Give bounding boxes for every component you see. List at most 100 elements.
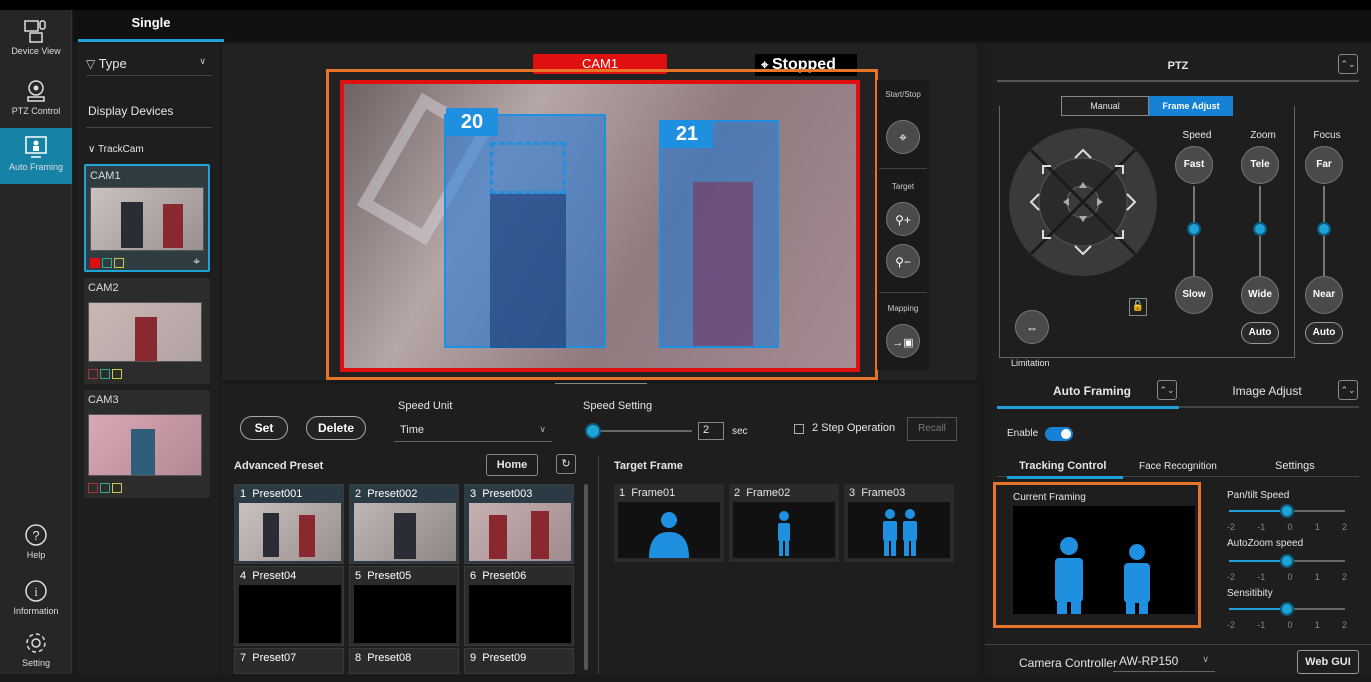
- lock-button[interactable]: 🔓: [1129, 298, 1147, 316]
- focus-auto-button[interactable]: Auto: [1305, 322, 1343, 344]
- preset-thumbnail: [354, 585, 456, 643]
- video-feed[interactable]: 20 21: [340, 80, 860, 372]
- zoom-auto-button[interactable]: Auto: [1241, 322, 1279, 344]
- image-adjust-collapse-toggle[interactable]: ⌃⌄: [1338, 380, 1358, 400]
- nav-ptz-control[interactable]: PTZ Control: [0, 72, 72, 130]
- person-figure: [263, 513, 279, 557]
- auto-framing-collapse-toggle[interactable]: ⌃⌄: [1157, 380, 1177, 400]
- nav-device-view[interactable]: Device View: [0, 12, 72, 70]
- speed-slider-knob[interactable]: [1187, 222, 1201, 236]
- recall-button[interactable]: Recall: [907, 417, 957, 441]
- type-filter[interactable]: ▽ Type ∨: [86, 56, 212, 76]
- sensitivity-slider[interactable]: [1229, 602, 1345, 616]
- set-button[interactable]: Set: [240, 416, 288, 440]
- focus-near-button[interactable]: Near: [1305, 276, 1343, 314]
- nav-setting[interactable]: Setting: [0, 624, 72, 682]
- face-box: [490, 142, 566, 194]
- start-stop-button[interactable]: ⌖: [886, 120, 920, 154]
- preset-card[interactable]: 6 Preset06: [464, 566, 574, 646]
- remove-target-button[interactable]: ⚲−: [886, 244, 920, 278]
- device-view-icon: [24, 20, 46, 43]
- delete-button[interactable]: Delete: [306, 416, 366, 440]
- rec-indicator: [90, 258, 100, 268]
- person-figure: [394, 513, 416, 559]
- nav-help[interactable]: ? Help: [0, 516, 72, 574]
- cam-card-cam2[interactable]: CAM2: [84, 278, 210, 384]
- preset-header: 2 Preset002: [350, 485, 458, 503]
- frame-name: Frame02: [746, 487, 791, 499]
- speed-value-input[interactable]: 2: [698, 422, 724, 440]
- mode-manual-button[interactable]: Manual: [1061, 96, 1149, 116]
- preset-card[interactable]: 7 Preset07: [234, 648, 344, 674]
- tick-label: 2: [1341, 522, 1347, 532]
- preset-card[interactable]: 2 Preset002: [349, 484, 459, 564]
- preset-card[interactable]: 9 Preset09: [464, 648, 574, 674]
- cam-thumbnail: [88, 414, 202, 476]
- display-devices-label: Display Devices: [88, 104, 174, 118]
- tab-settings[interactable]: Settings: [1275, 460, 1315, 472]
- preset-name: Preset06: [482, 570, 527, 582]
- advanced-preset-title: Advanced Preset: [234, 460, 324, 472]
- speed-fast-button[interactable]: Fast: [1175, 146, 1213, 184]
- divider: [997, 80, 1359, 82]
- cam-card-cam3[interactable]: CAM3: [84, 390, 210, 498]
- frame-card[interactable]: 1 Frame01: [614, 484, 724, 562]
- preset-card[interactable]: 8 Preset08: [349, 648, 459, 674]
- group-trackcam[interactable]: ∨ TrackCam: [88, 144, 144, 155]
- target-box-20[interactable]: 20: [444, 108, 606, 348]
- frame-card[interactable]: 3 Frame03: [844, 484, 954, 562]
- tab-face-recognition[interactable]: Face Recognition: [1139, 461, 1217, 472]
- target-box-21[interactable]: 21: [659, 120, 779, 348]
- target-label: Target: [891, 182, 915, 191]
- mode-frame-adjust-button[interactable]: Frame Adjust: [1149, 96, 1233, 116]
- preset-card[interactable]: 5 Preset05: [349, 566, 459, 646]
- speed-setting-slider[interactable]: [585, 423, 692, 439]
- refresh-button[interactable]: ↻: [556, 454, 576, 474]
- preset-number: 1: [240, 488, 247, 500]
- slider-knob[interactable]: [1280, 602, 1294, 616]
- status-indicator: [100, 369, 110, 379]
- speed-unit-select[interactable]: Time ∨: [394, 420, 552, 442]
- focus-far-button[interactable]: Far: [1305, 146, 1343, 184]
- web-gui-button[interactable]: Web GUI: [1297, 650, 1359, 674]
- tab-tracking-control[interactable]: Tracking Control: [1019, 460, 1106, 472]
- zoom-tele-button[interactable]: Tele: [1241, 146, 1279, 184]
- two-step-checkbox[interactable]: [794, 424, 804, 434]
- autozoom-speed-slider[interactable]: [1229, 554, 1345, 568]
- speed-slow-button[interactable]: Slow: [1175, 276, 1213, 314]
- speed-unit-value: Time: [400, 424, 425, 436]
- preset-header: 9 Preset09: [465, 649, 573, 667]
- tab-image-adjust[interactable]: Image Adjust: [1211, 384, 1323, 398]
- preset-name: Preset002: [367, 488, 418, 500]
- cam-card-cam1[interactable]: CAM1 ⌖: [84, 164, 210, 272]
- slider-knob[interactable]: [1280, 554, 1294, 568]
- home-button[interactable]: Home: [486, 454, 538, 476]
- zoom-slider-knob[interactable]: [1253, 222, 1267, 236]
- mapping-button[interactable]: →▣: [886, 324, 920, 358]
- preset-thumbnail: [354, 503, 456, 561]
- limitation-button[interactable]: ⇔: [1015, 310, 1049, 344]
- nav-auto-framing[interactable]: Auto Framing: [0, 128, 72, 184]
- tab-indicator: [1007, 476, 1123, 479]
- preset-card[interactable]: 4 Preset04: [234, 566, 344, 646]
- tab-single[interactable]: Single: [78, 10, 224, 42]
- chevron-down-icon: ∨: [199, 56, 206, 66]
- preset-scrollbar[interactable]: [584, 484, 588, 670]
- pan-tilt-joystick[interactable]: [1007, 126, 1159, 278]
- enable-toggle[interactable]: [1045, 427, 1073, 441]
- device-panel: ▽ Type ∨ Display Devices ∨ TrackCam CAM1…: [78, 44, 220, 674]
- pantilt-speed-slider[interactable]: [1229, 504, 1345, 518]
- slider-knob[interactable]: [1280, 504, 1294, 518]
- frame-card[interactable]: 2 Frame02: [729, 484, 839, 562]
- preset-card[interactable]: 1 Preset001: [234, 484, 344, 564]
- add-target-button[interactable]: ⚲+: [886, 202, 920, 236]
- ptz-collapse-toggle[interactable]: ⌃⌄: [1338, 54, 1358, 74]
- camera-controller-select[interactable]: AW-RP150 ∨: [1113, 650, 1215, 672]
- zoom-wide-button[interactable]: Wide: [1241, 276, 1279, 314]
- camera-controller-label: Camera Controller: [1019, 656, 1118, 670]
- focus-slider-knob[interactable]: [1317, 222, 1331, 236]
- slider-knob[interactable]: [585, 423, 601, 439]
- preset-card[interactable]: 3 Preset003: [464, 484, 574, 564]
- nav-information[interactable]: i Information: [0, 572, 72, 630]
- camera-controller-value: AW-RP150: [1119, 654, 1179, 668]
